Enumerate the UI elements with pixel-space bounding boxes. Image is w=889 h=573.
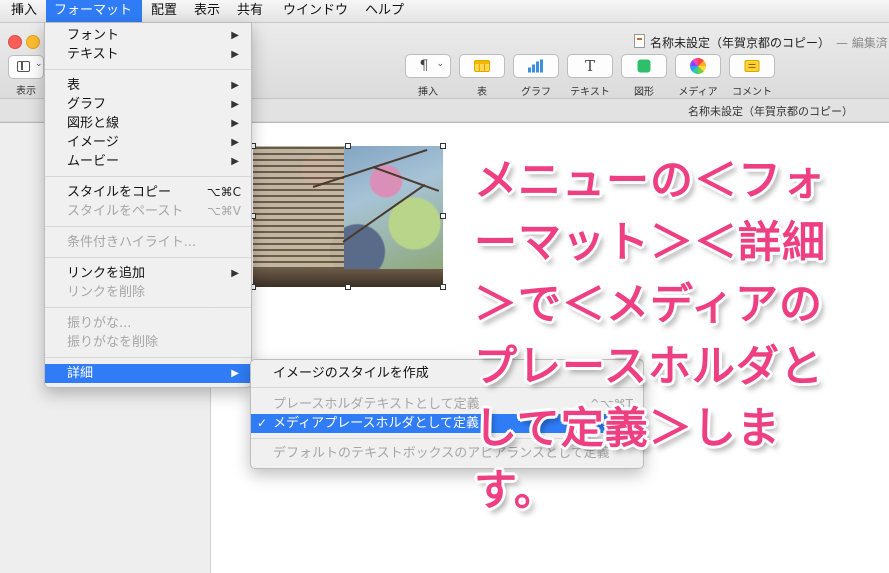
menu-separator [45,357,251,358]
menu-item-advanced[interactable]: 詳細 ▶ [45,364,251,383]
menu-item-movie[interactable]: ムービー ▶ [45,152,251,171]
menu-window[interactable]: ウインドウ [275,0,356,22]
annotation-line: して定義＞しま [474,404,781,454]
menu-item-image[interactable]: イメージ ▶ [45,133,251,152]
menu-view[interactable]: 表示 [186,0,228,22]
annotation-line: メニューの＜フォ [474,156,826,206]
menu-item-conditional-highlight: 条件付きハイライト... [67,235,197,250]
toolbar-label: テキスト [570,87,610,98]
toolbar-label: 表 [477,87,487,98]
menu-item-copy-style[interactable]: スタイルをコピー ⌥⌘C [45,183,251,202]
resize-handle[interactable] [345,143,351,149]
toolbar-shape[interactable]: 図形 [621,54,667,98]
menu-insert[interactable]: 挿入 [3,0,45,22]
resize-handle[interactable] [440,143,446,149]
instruction-annotation: メニューの＜フォ ーマット＞＜詳細 ＞で＜メディアの プレースホルダと して定義… [474,150,874,522]
text-button[interactable]: T [567,54,613,78]
annotation-line: ーマット＞＜詳細 [474,218,826,268]
submenu-arrow-icon: ▶ [231,99,239,110]
document-status: — 編集済 [836,36,888,50]
resize-handle[interactable] [345,284,351,290]
menu-item-font[interactable]: フォント ▶ [45,26,251,45]
toolbar-label: 挿入 [418,87,438,98]
submenu-arrow-icon: ▶ [231,80,239,91]
toolbar-chart[interactable]: グラフ [513,54,559,98]
minimize-window-button[interactable] [26,35,40,49]
menu-separator [45,176,251,177]
submenu-arrow-icon: ▶ [231,368,239,379]
image-lattice [253,146,345,287]
resize-handle[interactable] [440,213,446,219]
menu-item-add-link[interactable]: リンクを追加 ▶ [45,264,251,283]
toolbar-label: メディア [678,87,718,98]
menu-separator [45,69,251,70]
comment-button[interactable] [729,54,775,78]
annotation-line: プレースホルダと [474,342,824,392]
image-branch [372,166,440,192]
menu-bar: 挿入 フォーマット 配置 表示 共有 ウインドウ ヘルプ [0,0,889,23]
menu-format[interactable]: フォーマット [46,0,142,22]
comment-icon [744,60,760,72]
toolbar-insert[interactable]: ¶ ⌄ 挿入 [405,54,451,98]
submenu-arrow-icon: ▶ [231,156,239,167]
toolbar-text[interactable]: T テキスト [567,54,613,98]
submenu-arrow-icon: ▶ [231,30,239,41]
close-window-button[interactable] [8,35,22,49]
submenu-arrow-icon: ▶ [231,137,239,148]
menu-help[interactable]: ヘルプ [357,0,412,22]
insert-button[interactable]: ¶ ⌄ [405,54,451,78]
toolbar-comment[interactable]: コメント [729,54,775,98]
toolbar-label: コメント [732,87,772,98]
menu-separator [45,257,251,258]
menu-item-paste-style: スタイルをペースト ⌥⌘V [67,204,241,219]
tab-document-title[interactable]: 名称未設定（年賀京都のコピー） [688,103,853,119]
image-branch [342,183,426,243]
menu-item-shape-line[interactable]: 図形と線 ▶ [45,114,251,133]
submenu-arrow-icon: ▶ [231,118,239,129]
menu-item-chart[interactable]: グラフ ▶ [45,95,251,114]
media-button[interactable] [675,54,721,78]
annotation-line: す。 [474,466,558,516]
shape-icon [637,59,651,73]
submenu-arrow-icon: ▶ [231,49,239,60]
toolbar-label: グラフ [521,87,551,98]
table-button[interactable] [459,54,505,78]
view-label: 表示 [16,86,36,97]
paragraph-icon: ¶ [419,58,429,74]
chart-icon [528,59,544,73]
resize-handle[interactable] [440,284,446,290]
chevron-down-icon: ⌄ [35,59,43,69]
menu-item-text[interactable]: テキスト ▶ [45,45,251,64]
menu-item-ruby: 振りがな... [67,316,132,331]
document-title[interactable]: 名称未設定（年賀京都のコピー） [650,34,830,51]
chevron-down-icon: ⌄ [436,59,444,69]
table-icon [474,60,490,72]
chart-button[interactable] [513,54,559,78]
menu-separator [45,226,251,227]
menu-item-remove-ruby: 振りがなを削除 [67,335,159,350]
selected-image[interactable] [253,146,443,287]
text-icon: T [584,57,596,75]
toolbar-table[interactable]: 表 [459,54,505,98]
media-icon [690,58,706,74]
menu-arrange[interactable]: 配置 [143,0,185,22]
annotation-line: ＞で＜メディアの [474,280,823,330]
menu-item-table[interactable]: 表 ▶ [45,76,251,95]
submenu-arrow-icon: ▶ [231,268,239,279]
menu-item-remove-link: リンクを削除 [67,285,146,300]
sidebar-icon [17,61,30,72]
menu-share[interactable]: 共有 [229,0,271,22]
view-button[interactable]: ⌄ [8,55,44,79]
shape-button[interactable] [621,54,667,78]
menu-separator [45,307,251,308]
toolbar-media[interactable]: メディア [675,54,721,98]
document-icon [634,34,645,48]
toolbar-label: 図形 [634,87,654,98]
checkmark-icon: ✓ [257,416,268,430]
format-menu: フォント ▶ テキスト ▶ 表 ▶ グラフ ▶ 図形と線 ▶ イメージ ▶ ムービー ▶ スタ… [44,22,252,388]
